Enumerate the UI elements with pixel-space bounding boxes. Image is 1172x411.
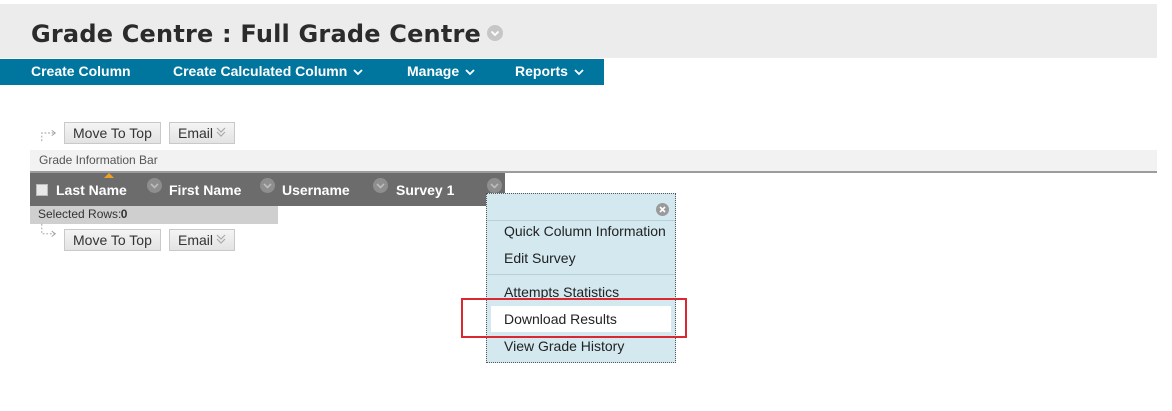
menu-item-quick-column-information[interactable]: Quick Column Information	[488, 218, 674, 244]
email-label: Email	[178, 125, 214, 141]
grade-information-bar: Grade Information Bar	[30, 150, 1157, 173]
create-calculated-column-label: Create Calculated Column	[173, 63, 348, 79]
select-all-checkbox[interactable]	[36, 184, 48, 196]
column-header-username[interactable]: Username	[282, 182, 350, 198]
action-bar: Create Column Create Calculated Column M…	[0, 59, 604, 85]
column-menu-icon[interactable]	[373, 178, 388, 193]
email-button[interactable]: Email	[169, 122, 235, 144]
move-to-top-label: Move To Top	[73, 125, 152, 141]
menu-item-edit-survey[interactable]: Edit Survey	[488, 245, 674, 271]
double-chevron-down-icon	[216, 123, 226, 144]
menu-divider	[487, 274, 675, 275]
reports-label: Reports	[515, 63, 568, 79]
create-column-label: Create Column	[31, 63, 131, 79]
grade-information-bar-label: Grade Information Bar	[39, 153, 158, 167]
reports-menu[interactable]: Reports	[515, 59, 584, 85]
close-icon[interactable]	[656, 203, 669, 216]
column-menu-icon[interactable]	[487, 178, 502, 193]
move-to-top-button[interactable]: Move To Top	[64, 122, 161, 144]
page-title: Grade Centre : Full Grade Centre	[31, 20, 504, 48]
grade-table-header: Last Name First Name Username Survey 1	[30, 173, 505, 206]
create-column-button[interactable]: Create Column	[31, 59, 131, 85]
page-title-text: Grade Centre : Full Grade Centre	[31, 20, 482, 48]
row-arrow-icon	[41, 129, 57, 142]
column-header-last-name[interactable]: Last Name	[56, 182, 127, 198]
page-header: Grade Centre : Full Grade Centre	[0, 4, 1157, 58]
column-menu-icon[interactable]	[260, 178, 275, 193]
double-chevron-down-icon	[216, 230, 226, 251]
selected-rows-label: Selected Rows:	[38, 207, 122, 221]
chevron-down-icon	[353, 59, 363, 84]
row-arrow-icon	[41, 223, 57, 237]
email-button[interactable]: Email	[169, 229, 235, 251]
selected-rows-bar: Selected Rows: 0	[30, 206, 278, 224]
create-calculated-column-menu[interactable]: Create Calculated Column	[173, 59, 363, 85]
chevron-down-icon	[465, 59, 475, 84]
move-to-top-button[interactable]: Move To Top	[64, 229, 161, 251]
selected-rows-count: 0	[120, 207, 128, 221]
email-label: Email	[178, 232, 214, 248]
manage-label: Manage	[407, 63, 460, 79]
chevron-down-icon[interactable]	[487, 25, 504, 41]
sort-indicator-icon	[104, 173, 114, 178]
column-header-survey-1[interactable]: Survey 1	[396, 182, 454, 198]
chevron-down-icon	[574, 59, 584, 84]
column-header-first-name[interactable]: First Name	[169, 182, 241, 198]
move-to-top-label: Move To Top	[73, 232, 152, 248]
highlight-box	[461, 298, 687, 338]
manage-menu[interactable]: Manage	[407, 59, 475, 85]
column-menu-icon[interactable]	[147, 178, 162, 193]
